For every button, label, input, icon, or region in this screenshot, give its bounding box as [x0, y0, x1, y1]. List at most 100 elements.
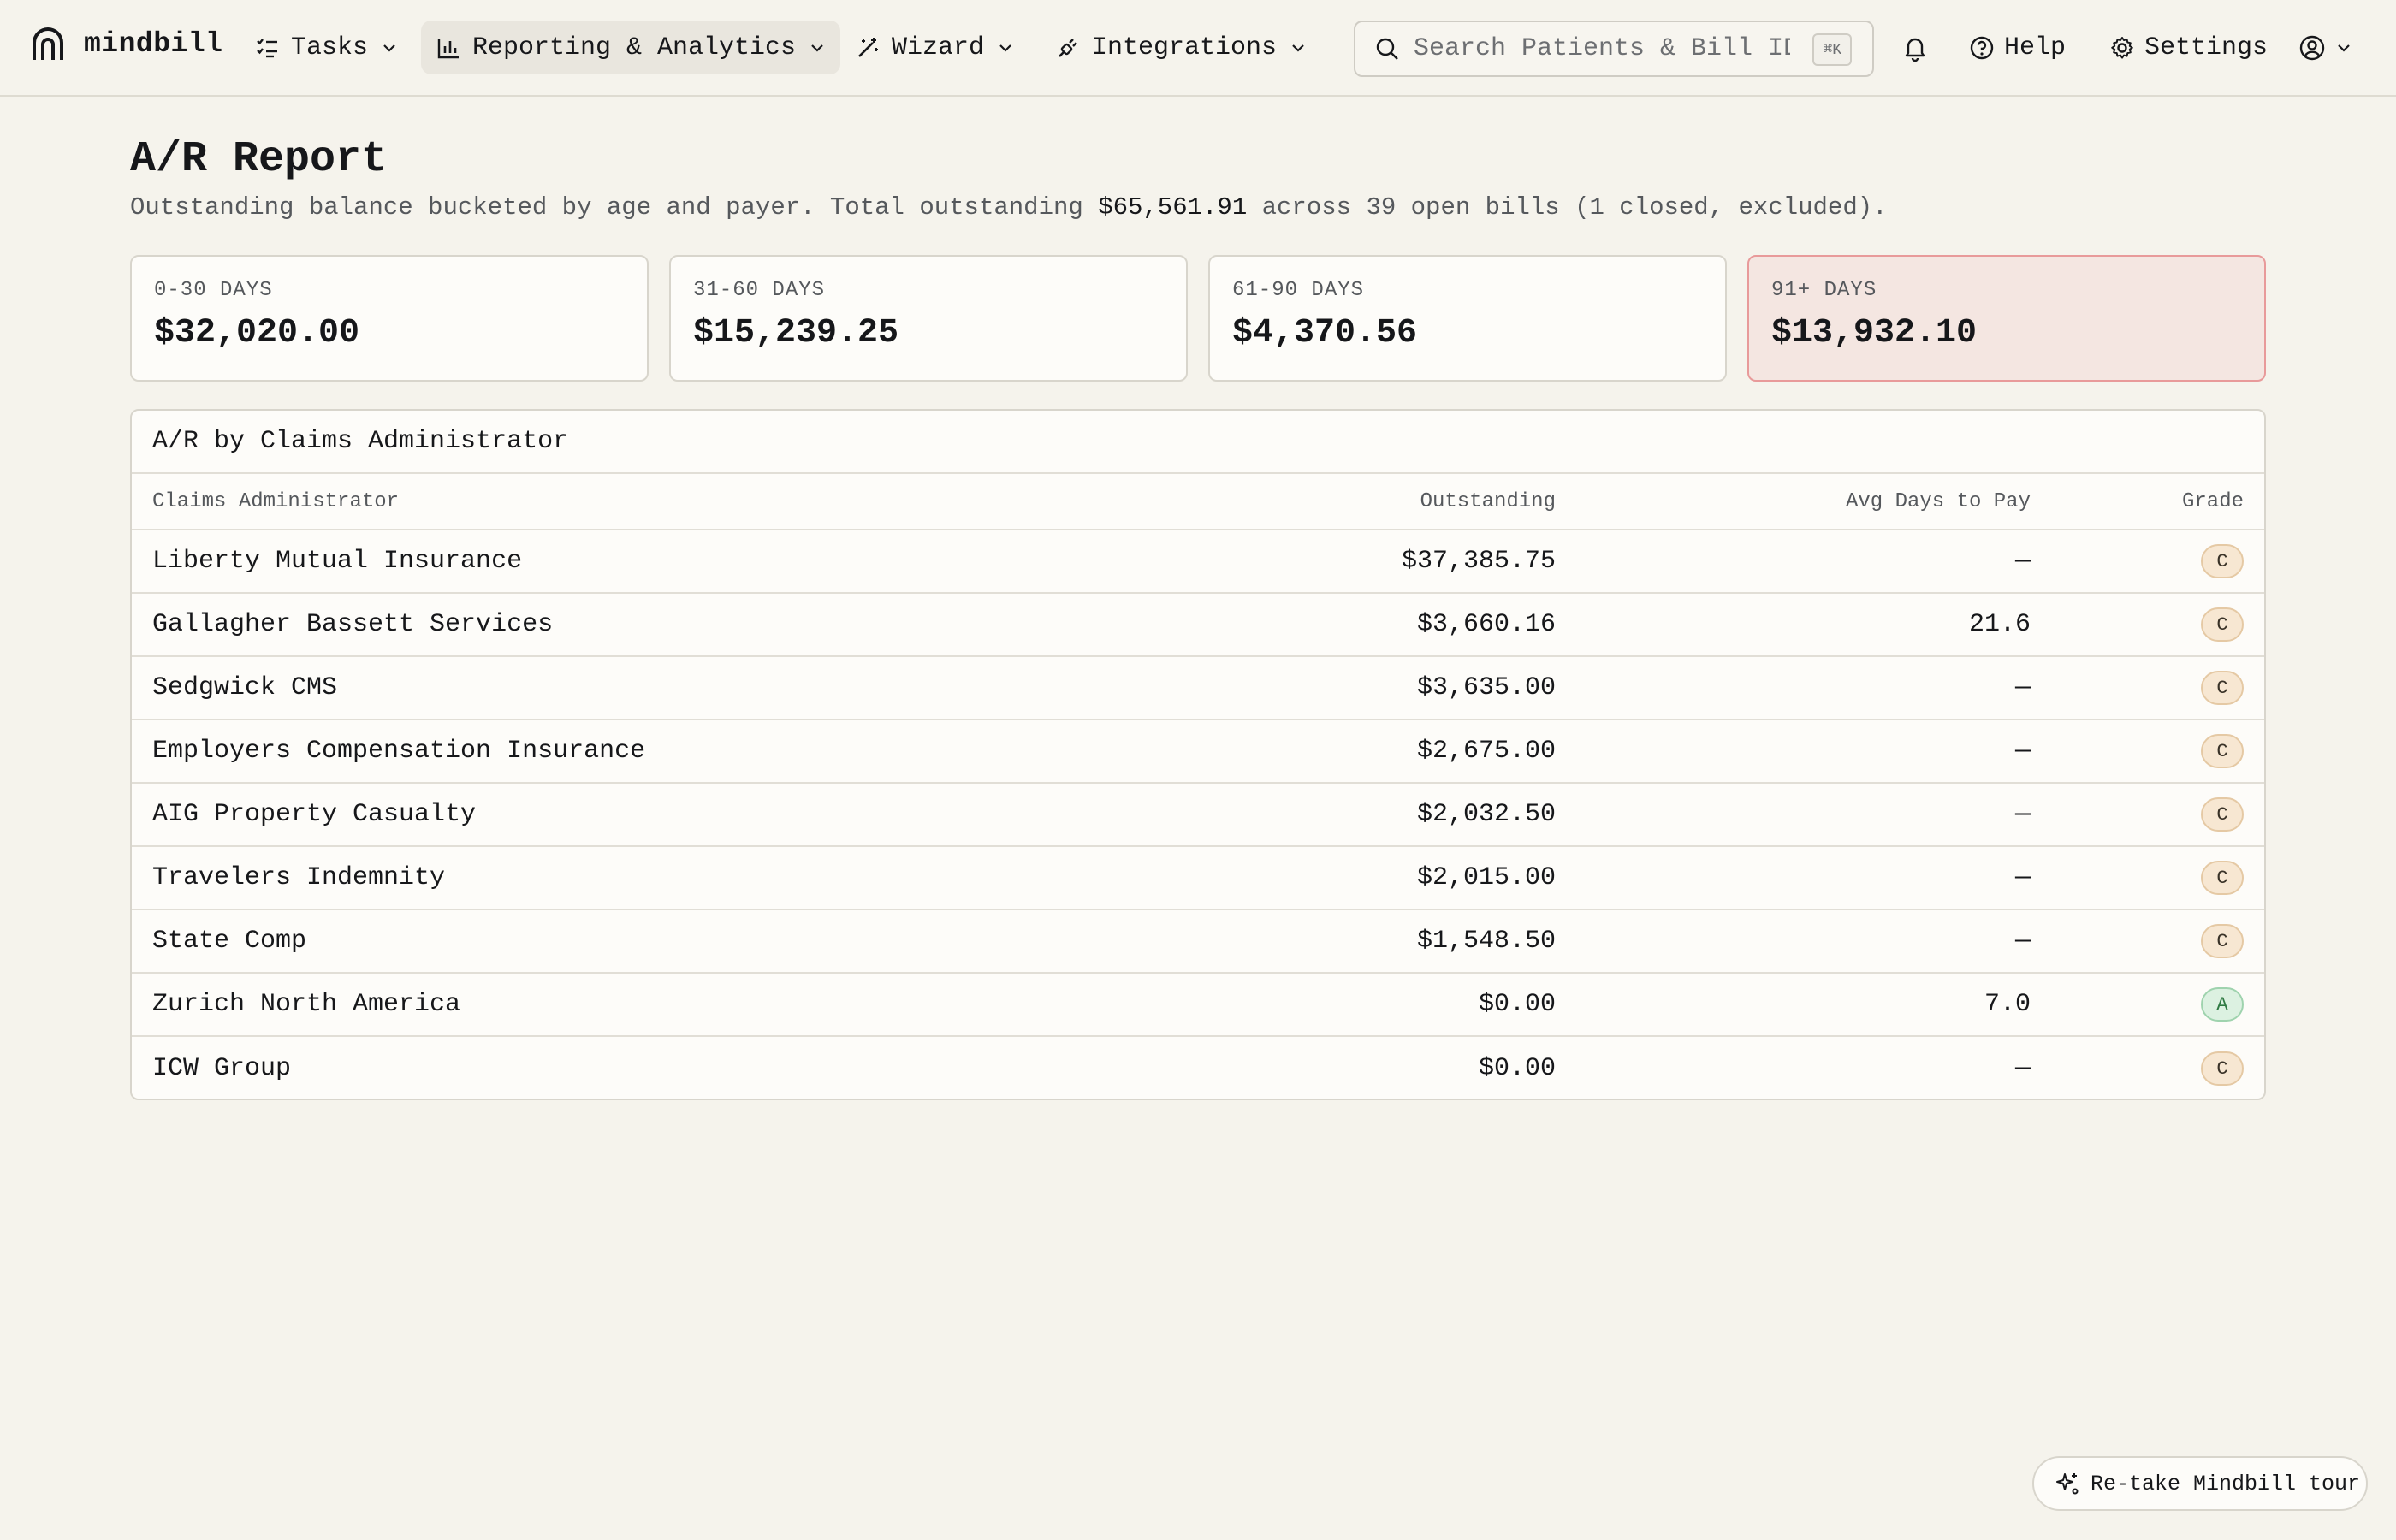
top-navigation-bar: mindbill Tasks Reporting & Analytics Wiz…: [0, 0, 2396, 97]
ar-by-administrator-panel: A/R by Claims Administrator Claims Admin…: [130, 409, 2266, 1100]
cell-avg-days: —: [2014, 863, 2031, 892]
bucket-card-0-30: 0-30 DAYS $32,020.00: [130, 255, 649, 382]
mindbill-logo-icon: [33, 27, 63, 60]
grade-badge: C: [2201, 607, 2244, 642]
cell-avg-days: 21.6: [1968, 610, 2031, 639]
nav-tasks[interactable]: Tasks: [240, 21, 412, 74]
cell-outstanding: $0.00: [1478, 1054, 1556, 1083]
cell-avg-days: —: [2014, 927, 2031, 956]
table-row[interactable]: State Comp $1,548.50 — C: [132, 910, 2264, 974]
table-row[interactable]: Liberty Mutual Insurance $37,385.75 — C: [132, 530, 2264, 594]
user-menu-button[interactable]: [2298, 21, 2352, 74]
aging-buckets: 0-30 DAYS $32,020.00 31-60 DAYS $15,239.…: [130, 255, 2266, 382]
cell-grade: A: [2031, 987, 2244, 1022]
nav-reporting-analytics[interactable]: Reporting & Analytics: [421, 21, 841, 74]
cell-avg-days: —: [2014, 547, 2031, 576]
column-header-name[interactable]: Claims Administrator: [152, 490, 1008, 513]
chevron-down-icon: [811, 44, 823, 52]
cell-outstanding: $2,032.50: [1416, 800, 1556, 829]
bucket-value: $15,239.25: [693, 314, 899, 352]
bucket-value: $4,370.56: [1232, 314, 1418, 352]
table-row[interactable]: ICW Group $0.00 — C: [132, 1037, 2264, 1099]
nav-reporting-analytics-label: Reporting & Analytics: [472, 33, 797, 62]
cell-outstanding: $3,635.00: [1416, 673, 1556, 702]
bell-icon: [1905, 38, 1925, 62]
retake-tour-label: Re-take Mindbill tour: [2091, 1471, 2361, 1496]
cell-administrator-name: Gallagher Bassett Services: [152, 610, 554, 639]
cell-outstanding: $37,385.75: [1401, 547, 1556, 576]
cell-administrator-name: Employers Compensation Insurance: [152, 737, 646, 766]
settings-label: Settings: [2144, 33, 2268, 62]
subtitle-prefix: Outstanding balance bucketed by age and …: [130, 193, 1099, 222]
search-shortcut-badge: ⌘K: [1812, 33, 1852, 66]
cell-outstanding: $1,548.50: [1416, 927, 1556, 956]
notifications-button[interactable]: [1901, 21, 1929, 74]
settings-button[interactable]: Settings: [2108, 21, 2268, 74]
chevron-down-icon: [2338, 44, 2350, 52]
brand-logo[interactable]: mindbill: [31, 26, 222, 62]
search-icon: [1376, 38, 1398, 60]
nav-wizard[interactable]: Wizard: [840, 21, 1029, 74]
cell-administrator-name: Sedgwick CMS: [152, 673, 338, 702]
cell-avg-days: —: [2014, 1054, 2031, 1083]
grade-badge: C: [2201, 734, 2244, 768]
bar-chart-icon: [437, 38, 459, 58]
chevron-down-icon: [1292, 44, 1304, 52]
table-header: Claims Administrator Outstanding Avg Day…: [132, 474, 2264, 530]
bucket-label: 31-60 DAYS: [693, 279, 826, 302]
table-row[interactable]: Travelers Indemnity $2,015.00 — C: [132, 847, 2264, 910]
nav-integrations-label: Integrations: [1092, 33, 1278, 62]
grade-badge: C: [2201, 671, 2244, 705]
table-row[interactable]: Zurich North America $0.00 7.0 A: [132, 974, 2264, 1037]
cell-grade: C: [2031, 1051, 2244, 1086]
table-row[interactable]: Employers Compensation Insurance $2,675.0…: [132, 720, 2264, 784]
cell-administrator-name: Travelers Indemnity: [152, 863, 446, 892]
grade-badge: A: [2201, 987, 2244, 1022]
bucket-card-31-60: 31-60 DAYS $15,239.25: [669, 255, 1188, 382]
search-input[interactable]: [1414, 34, 1790, 63]
cell-outstanding: $3,660.16: [1416, 610, 1556, 639]
cell-avg-days: —: [2014, 737, 2031, 766]
page-subtitle: Outstanding balance bucketed by age and …: [130, 193, 1888, 222]
cell-administrator-name: AIG Property Casualty: [152, 800, 477, 829]
subtitle-suffix: across 39 open bills (1 closed, excluded…: [1247, 193, 1888, 222]
bucket-value: $13,932.10: [1771, 314, 1978, 352]
magic-wand-icon: [858, 37, 878, 57]
cell-outstanding: $2,675.00: [1416, 737, 1556, 766]
nav-integrations[interactable]: Integrations: [1041, 21, 1321, 74]
plug-icon: [1059, 38, 1077, 57]
column-header-outstanding[interactable]: Outstanding: [1008, 490, 1556, 513]
cell-grade: C: [2031, 924, 2244, 958]
cell-avg-days: —: [2014, 673, 2031, 702]
page-title: A/R Report: [130, 135, 388, 184]
bucket-value: $32,020.00: [154, 314, 360, 352]
cell-grade: C: [2031, 861, 2244, 895]
table-body: Liberty Mutual Insurance $37,385.75— C Gall…: [132, 530, 2264, 1099]
grade-badge: C: [2201, 1051, 2244, 1086]
retake-tour-button[interactable]: Re-take Mindbill tour: [2032, 1456, 2368, 1511]
total-outstanding: $65,561.91: [1098, 193, 1248, 222]
bucket-card-61-90: 61-90 DAYS $4,370.56: [1208, 255, 1727, 382]
cell-outstanding: $0.00: [1478, 990, 1556, 1019]
cell-administrator-name: Zurich North America: [152, 990, 461, 1019]
column-header-grade[interactable]: Grade: [2031, 490, 2244, 513]
cell-administrator-name: State Comp: [152, 927, 307, 956]
chevron-down-icon: [999, 44, 1011, 52]
table-row[interactable]: Sedgwick CMS $3,635.00 — C: [132, 657, 2264, 720]
nav-tasks-label: Tasks: [291, 33, 369, 62]
table-row[interactable]: Gallagher Bassett Services $3,660.16 21.6 C: [132, 594, 2264, 657]
brand-name: mindbill: [84, 27, 223, 60]
cell-administrator-name: ICW Group: [152, 1054, 292, 1083]
grade-badge: C: [2201, 924, 2244, 958]
table-row[interactable]: AIG Property Casualty $2,032.50 — C: [132, 784, 2264, 847]
help-button[interactable]: Help: [1968, 21, 2066, 74]
grade-badge: C: [2201, 544, 2244, 578]
bucket-card-91-plus: 91+ DAYS $13,932.10: [1747, 255, 2266, 382]
search-box[interactable]: ⌘K: [1354, 21, 1874, 77]
cell-grade: C: [2031, 607, 2244, 642]
help-label: Help: [2004, 33, 2067, 62]
cell-avg-days: —: [2014, 800, 2031, 829]
column-header-avg-days[interactable]: Avg Days to Pay: [1556, 490, 2031, 513]
cell-grade: C: [2031, 671, 2244, 705]
cell-avg-days: 7.0: [1984, 990, 2031, 1019]
